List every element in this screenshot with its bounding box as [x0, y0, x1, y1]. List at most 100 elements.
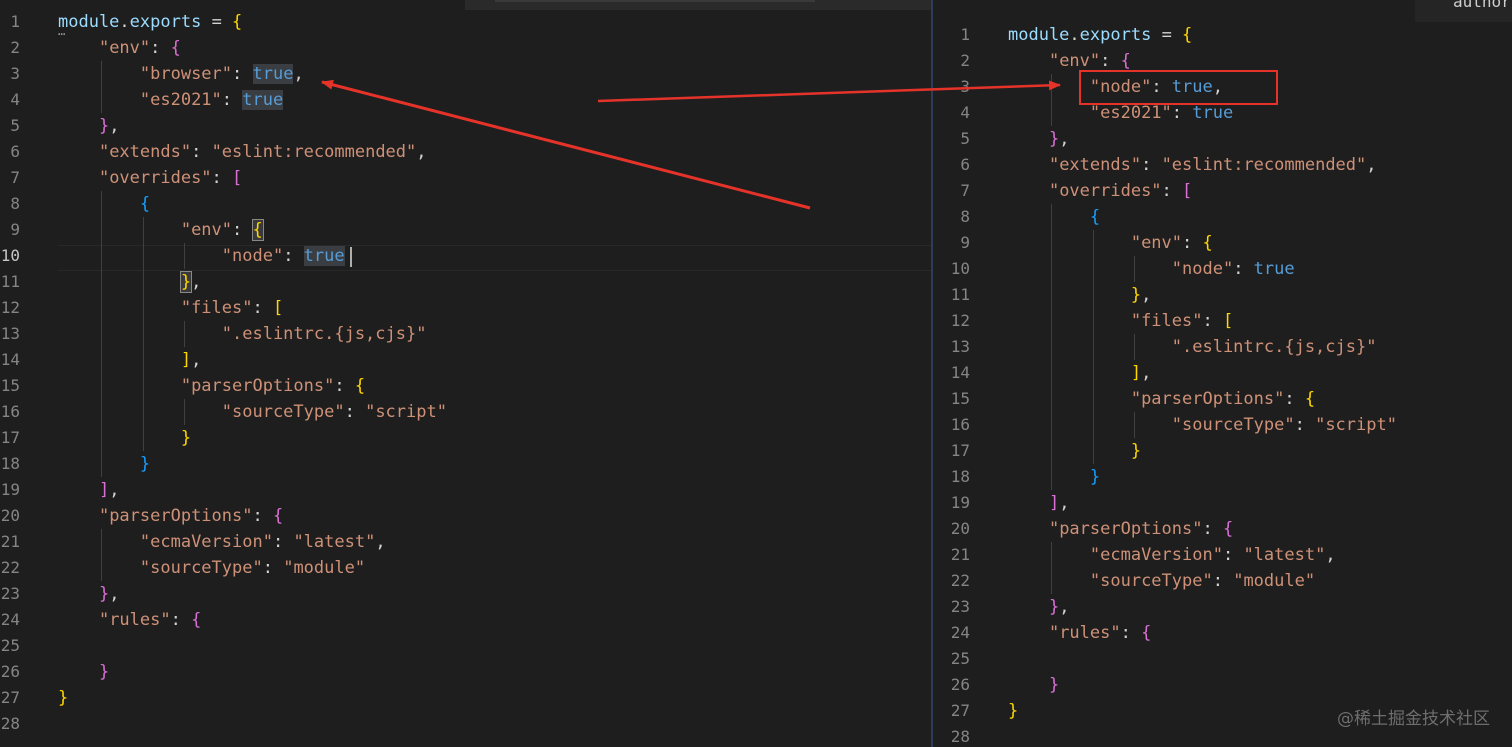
line-code[interactable]: "sourceType": "script" [1008, 412, 1397, 438]
code-line[interactable]: 15 "parserOptions": { [933, 386, 1512, 412]
line-code[interactable]: "env": { [1008, 230, 1213, 256]
code-line[interactable]: 9 "env": { [933, 230, 1512, 256]
code-line[interactable]: 26 } [933, 672, 1512, 698]
line-code[interactable]: "env": { [58, 217, 264, 243]
line-code[interactable]: "files": [ [58, 295, 283, 321]
line-code[interactable]: "ecmaVersion": "latest", [58, 529, 386, 555]
line-code[interactable]: { [58, 191, 150, 217]
line-code[interactable]: } [58, 659, 109, 685]
line-code[interactable]: "ecmaVersion": "latest", [1008, 542, 1336, 568]
line-code[interactable]: ], [1008, 360, 1152, 386]
line-code[interactable]: "es2021": true [58, 87, 284, 113]
code-line[interactable]: 22 "sourceType": "module" [0, 555, 931, 581]
right-editor-pane[interactable]: author 1 module.exports = {2 "env": {3 "n… [931, 0, 1512, 747]
code-line[interactable]: 1 module.exports = { [0, 9, 931, 35]
code-line[interactable]: 19 ], [933, 490, 1512, 516]
code-line[interactable]: 2 "env": { [0, 35, 931, 61]
line-code[interactable]: "parserOptions": { [1008, 386, 1315, 412]
line-code[interactable]: "rules": { [58, 607, 201, 633]
line-code[interactable]: }, [58, 269, 201, 295]
code-line[interactable]: 10 "node": true [0, 243, 931, 269]
line-code[interactable]: module.exports = { [58, 9, 242, 35]
line-code[interactable]: "sourceType": "script" [58, 399, 447, 425]
code-line[interactable]: 5 }, [933, 126, 1512, 152]
code-line[interactable]: 13 ".eslintrc.{js,cjs}" [0, 321, 931, 347]
line-code[interactable]: } [1008, 464, 1100, 490]
line-code[interactable]: "sourceType": "module" [58, 555, 365, 581]
line-code[interactable]: } [1008, 672, 1059, 698]
code-line[interactable]: 7 "overrides": [ [933, 178, 1512, 204]
line-code[interactable]: } [1008, 438, 1141, 464]
code-line[interactable]: 10 "node": true [933, 256, 1512, 282]
code-line[interactable]: 11 }, [0, 269, 931, 295]
code-line[interactable]: 28 [0, 711, 931, 737]
line-code[interactable]: ".eslintrc.{js,cjs}" [1008, 334, 1377, 360]
line-code[interactable]: "sourceType": "module" [1008, 568, 1315, 594]
code-line[interactable]: 24 "rules": { [933, 620, 1512, 646]
code-line[interactable]: 23 }, [0, 581, 931, 607]
line-code[interactable]: }, [1008, 282, 1152, 308]
line-code[interactable]: "parserOptions": { [58, 373, 365, 399]
code-line[interactable]: 11 }, [933, 282, 1512, 308]
code-line[interactable]: 8 { [933, 204, 1512, 230]
code-line[interactable]: 25 [0, 633, 931, 659]
line-code[interactable]: } [58, 685, 68, 711]
line-code[interactable]: { [1008, 204, 1100, 230]
code-line[interactable]: 14 ], [0, 347, 931, 373]
line-code[interactable]: ], [1008, 490, 1070, 516]
line-code[interactable]: module.exports = { [1008, 22, 1192, 48]
code-line[interactable]: 12 "files": [ [0, 295, 931, 321]
line-code[interactable]: "parserOptions": { [58, 503, 283, 529]
code-line[interactable]: 21 "ecmaVersion": "latest", [933, 542, 1512, 568]
code-line[interactable]: 6 "extends": "eslint:recommended", [0, 139, 931, 165]
code-line[interactable]: 26 } [0, 659, 931, 685]
code-line[interactable]: 17 } [0, 425, 931, 451]
line-code[interactable]: "browser": true, [58, 61, 304, 87]
code-line[interactable]: 6 "extends": "eslint:recommended", [933, 152, 1512, 178]
line-code[interactable]: }, [1008, 594, 1070, 620]
code-line[interactable]: 5 }, [0, 113, 931, 139]
code-line[interactable]: 25 [933, 646, 1512, 672]
code-line[interactable]: 8 { [0, 191, 931, 217]
line-code[interactable]: }, [1008, 126, 1070, 152]
line-code[interactable]: ".eslintrc.{js,cjs}" [58, 321, 427, 347]
code-line[interactable]: 7 "overrides": [ [0, 165, 931, 191]
code-line[interactable]: 27} [0, 685, 931, 711]
line-code[interactable]: } [58, 451, 150, 477]
line-code[interactable]: "extends": "eslint:recommended", [1008, 152, 1377, 178]
code-line[interactable]: 1 module.exports = { [933, 22, 1512, 48]
code-line[interactable]: 16 "sourceType": "script" [0, 399, 931, 425]
line-code[interactable]: }, [58, 113, 120, 139]
code-line[interactable]: 16 "sourceType": "script" [933, 412, 1512, 438]
left-editor-pane[interactable]: ⋯ 1 module.exports = {2 "env": {3 "browse… [0, 0, 931, 747]
line-code[interactable]: "overrides": [ [1008, 178, 1192, 204]
line-code[interactable]: "files": [ [1008, 308, 1233, 334]
line-code[interactable]: } [58, 425, 191, 451]
code-line[interactable]: 20 "parserOptions": { [933, 516, 1512, 542]
code-line[interactable]: 3 "browser": true, [0, 61, 931, 87]
code-line[interactable]: 17 } [933, 438, 1512, 464]
code-line[interactable]: 23 }, [933, 594, 1512, 620]
code-line[interactable]: 14 ], [933, 360, 1512, 386]
line-code[interactable]: ], [58, 347, 202, 373]
line-code[interactable]: "env": { [58, 35, 181, 61]
line-code[interactable]: "rules": { [1008, 620, 1151, 646]
code-line[interactable]: 15 "parserOptions": { [0, 373, 931, 399]
code-line[interactable]: 4 "es2021": true [0, 87, 931, 113]
line-code[interactable]: "extends": "eslint:recommended", [58, 139, 427, 165]
line-code[interactable]: }, [58, 581, 120, 607]
code-line[interactable]: 22 "sourceType": "module" [933, 568, 1512, 594]
line-code[interactable]: "parserOptions": { [1008, 516, 1233, 542]
line-code[interactable]: } [1008, 698, 1018, 724]
line-code[interactable]: "overrides": [ [58, 165, 242, 191]
code-line[interactable]: 21 "ecmaVersion": "latest", [0, 529, 931, 555]
code-line[interactable]: 19 ], [0, 477, 931, 503]
right-tab-fragment[interactable]: author [1415, 0, 1512, 22]
line-code[interactable]: ], [58, 477, 120, 503]
code-line[interactable]: 9 "env": { [0, 217, 931, 243]
code-line[interactable]: 18 } [0, 451, 931, 477]
code-line[interactable]: 13 ".eslintrc.{js,cjs}" [933, 334, 1512, 360]
code-line[interactable]: 12 "files": [ [933, 308, 1512, 334]
code-line[interactable]: 24 "rules": { [0, 607, 931, 633]
code-line[interactable]: 18 } [933, 464, 1512, 490]
